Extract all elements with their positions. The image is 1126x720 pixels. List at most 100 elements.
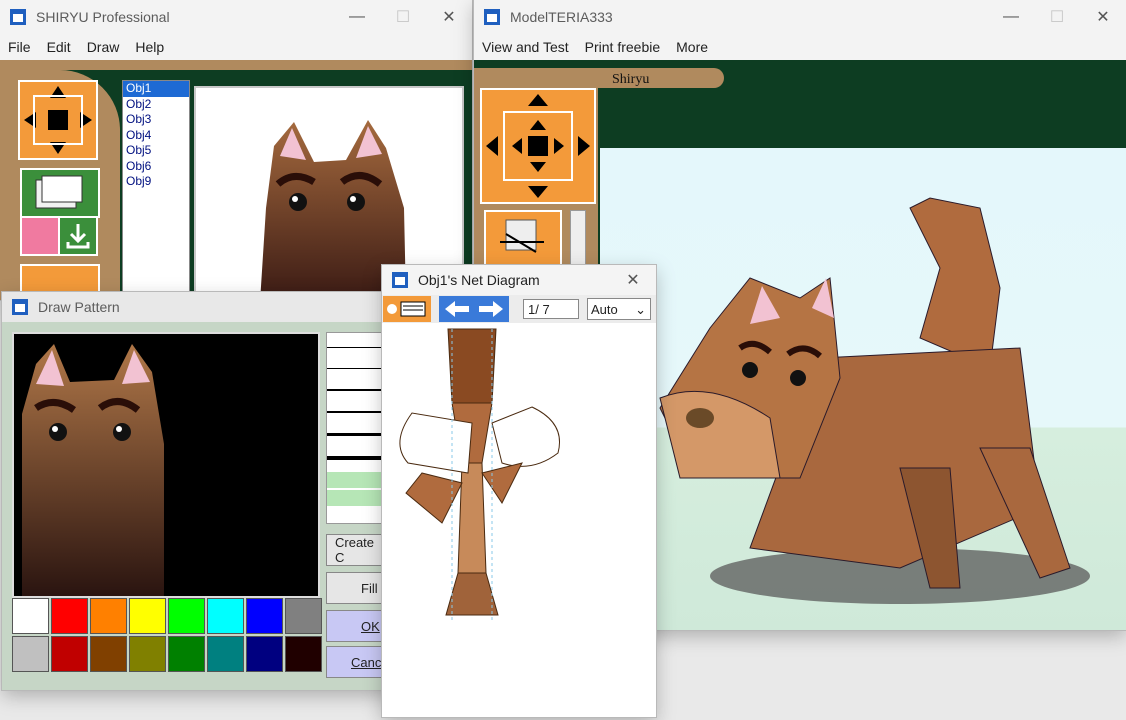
minimize-button[interactable]: — [334,0,380,34]
palette-color[interactable] [90,598,127,634]
maximize-button[interactable]: ☐ [380,0,426,34]
menu-help[interactable]: Help [127,39,172,55]
shiryu-client: Obj1 Obj2 Obj3 Obj4 Obj5 Obj6 Obj9 [0,60,472,300]
pattern-canvas[interactable] [12,332,320,598]
arrows-icon [24,86,92,154]
net-diagram-image [399,328,560,623]
line-width-option[interactable] [327,368,387,369]
close-button[interactable]: ✕ [426,0,472,34]
rotate-pad[interactable] [480,88,596,204]
view-mode-button[interactable] [484,210,562,270]
3d-viewport[interactable] [600,148,1126,630]
model-label: Shiryu [612,72,650,87]
list-item[interactable]: Obj3 [123,112,189,128]
object-list[interactable]: Obj1 Obj2 Obj3 Obj4 Obj5 Obj6 Obj9 [122,80,190,300]
menu-view-and-test[interactable]: View and Test [474,39,577,55]
direction-pad[interactable] [18,80,98,160]
window-title: Obj1's Net Diagram [418,272,540,288]
scale-select[interactable]: Auto ⌄ [587,298,651,320]
menu-bar: View and Test Print freebie More [474,34,1126,60]
menu-print-freebie[interactable]: Print freebie [577,39,668,55]
palette-color[interactable] [207,598,244,634]
folder-icon [35,175,83,209]
window-title: SHIRYU Professional [36,9,170,25]
print-icon [387,301,426,317]
net-diagram-titlebar[interactable]: Obj1's Net Diagram ✕ [382,265,656,295]
menu-more[interactable]: More [668,39,716,55]
arrows-icon [486,94,590,198]
app-icon [10,9,26,25]
palette-color[interactable] [246,636,283,672]
line-width-option[interactable] [327,347,387,348]
new-object-button[interactable] [20,216,60,256]
list-item[interactable]: Obj5 [123,143,189,159]
cat-model-image [659,197,1090,604]
palette-color[interactable] [285,598,322,634]
ok-button[interactable]: OK [326,610,388,642]
palette-color[interactable] [168,636,205,672]
palette-color[interactable] [129,598,166,634]
download-icon [66,224,90,249]
create-button[interactable]: Create C [326,534,388,566]
cube-icon [500,219,544,253]
shiryu-titlebar[interactable]: SHIRYU Professional — ☐ ✕ [0,0,472,34]
draw-pattern-titlebar[interactable]: Draw Pattern [2,292,400,322]
app-icon [392,272,408,288]
chevron-down-icon: ⌄ [635,302,646,317]
palette-color[interactable] [285,636,322,672]
window-title: ModelTERIA333 [510,9,613,25]
page-field[interactable]: 1/ 7 [523,299,579,319]
palette-color[interactable] [129,636,166,672]
arrow-left-icon[interactable] [439,296,474,322]
palette-color[interactable] [207,636,244,672]
palette-color[interactable] [51,598,88,634]
page-nav [439,296,509,322]
palette-color[interactable] [12,598,49,634]
line-width-option[interactable] [327,456,387,460]
import-button[interactable] [58,216,98,256]
palette-color[interactable] [246,598,283,634]
net-canvas[interactable] [382,323,656,717]
palette-color[interactable] [90,636,127,672]
menu-draw[interactable]: Draw [79,39,128,55]
cat-face-texture [22,344,164,596]
palette-color[interactable] [12,636,49,672]
app-icon [484,9,500,25]
tan-strip [0,60,472,70]
scale-value: Auto [591,302,618,317]
close-button[interactable]: ✕ [1080,0,1126,34]
line-width-option[interactable] [327,433,387,436]
palette-color[interactable] [51,636,88,672]
menu-edit[interactable]: Edit [39,39,79,55]
draw-pattern-window: Draw Pattern Create C Fill OK Canc [2,292,400,690]
minimize-button[interactable]: — [988,0,1034,34]
maximize-button[interactable]: ☐ [1034,0,1080,34]
line-width-option-selected[interactable] [327,490,387,506]
print-tool-button[interactable] [383,296,431,322]
list-item[interactable]: Obj4 [123,128,189,144]
shiryu-window: SHIRYU Professional — ☐ ✕ File Edit Draw… [0,0,472,300]
open-folder-button[interactable] [20,168,100,218]
line-width-option[interactable] [327,411,387,413]
palette-color[interactable] [168,598,205,634]
list-item[interactable]: Obj1 [123,81,189,97]
menu-file[interactable]: File [0,39,39,55]
menu-bar: File Edit Draw Help [0,34,472,60]
fill-button[interactable]: Fill [326,572,388,604]
window-title: Draw Pattern [38,299,120,315]
cancel-button[interactable]: Canc [326,646,388,678]
list-item[interactable]: Obj2 [123,97,189,113]
app-icon [12,299,28,315]
line-width-option-selected[interactable] [327,472,387,488]
net-toolbar: 1/ 7 Auto ⌄ [382,295,656,323]
list-item[interactable]: Obj6 [123,159,189,175]
list-item[interactable]: Obj9 [123,174,189,190]
model-titlebar[interactable]: ModelTERIA333 — ☐ ✕ [474,0,1126,34]
close-button[interactable]: ✕ [610,265,656,295]
color-palette [12,598,322,674]
net-diagram-window: Obj1's Net Diagram ✕ 1/ 7 Auto ⌄ [382,265,656,717]
line-width-option[interactable] [327,389,387,391]
label-tab: Shiryu [474,68,724,88]
line-width-list[interactable] [326,332,388,524]
arrow-right-icon[interactable] [474,296,509,322]
